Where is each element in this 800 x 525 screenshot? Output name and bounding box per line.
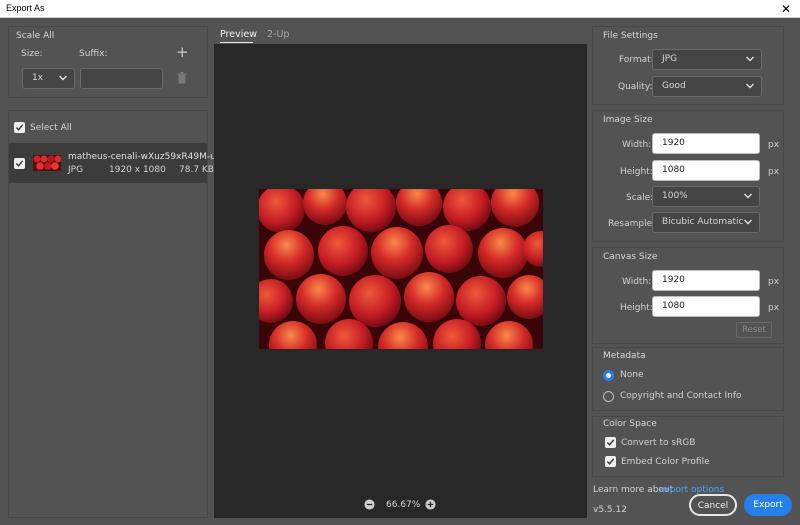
canvas-width-label: Width: — [622, 277, 652, 287]
canvas-height-unit: px — [768, 303, 780, 313]
image-height-input[interactable]: 1080 — [652, 160, 760, 181]
format-dropdown[interactable]: JPG — [652, 49, 762, 70]
scale-label: Scale: — [626, 193, 654, 203]
image-size-title: Image Size — [603, 115, 653, 125]
chevron-down-icon — [59, 75, 67, 81]
export-button[interactable]: Export — [744, 494, 792, 516]
tab-preview-underline — [220, 42, 253, 43]
image-size-panel: Image Size Width: 1920 px Height: 1080 p… — [592, 110, 784, 242]
zoom-level: 66.67% — [386, 500, 421, 510]
window-title: Export As — [6, 3, 45, 13]
canvas-size-title: Canvas Size — [603, 252, 658, 262]
size-dropdown[interactable]: 1x — [22, 68, 75, 89]
preview-canvas[interactable]: 66.67% — [214, 44, 587, 518]
suffix-label: Suffix: — [79, 49, 108, 59]
trash-icon[interactable] — [177, 72, 187, 84]
canvas-height-label: Height: — [620, 303, 653, 313]
metadata-none-radio[interactable] — [603, 370, 614, 381]
suffix-input[interactable] — [80, 68, 163, 89]
height-label: Height: — [620, 167, 653, 177]
file-name: matheus-cenali-wXuz59xR49M-uns — [68, 152, 227, 162]
tab-2up[interactable]: 2-Up — [267, 29, 289, 40]
metadata-title: Metadata — [603, 351, 646, 361]
metadata-copyright-radio[interactable] — [603, 391, 614, 402]
quality-label: Quality: — [618, 82, 653, 92]
tab-preview[interactable]: Preview — [220, 29, 257, 40]
convert-srgb-label: Convert to sRGB — [621, 438, 696, 448]
metadata-none-label: None — [620, 370, 644, 380]
reset-button[interactable]: Reset — [736, 322, 772, 338]
chevron-down-icon — [744, 193, 752, 199]
preview-image — [259, 189, 543, 349]
canvas-size-panel: Canvas Size Width: 1920 px Height: 1080 … — [592, 247, 784, 344]
file-settings-panel: File Settings Format: JPG Quality: Good — [592, 26, 784, 105]
format-label: Format: — [619, 55, 654, 65]
width-label: Width: — [622, 140, 652, 150]
color-space-panel: Color Space Convert to sRGB Embed Color … — [592, 416, 784, 477]
chevron-down-icon — [746, 83, 754, 89]
select-all-label: Select All — [30, 123, 72, 133]
scale-all-title: Scale All — [16, 31, 55, 41]
canvas-width-input[interactable]: 1920 — [652, 270, 760, 291]
height-unit: px — [768, 167, 780, 177]
resample-label: Resample: — [608, 219, 656, 229]
width-unit: px — [768, 140, 780, 150]
file-list-panel: Select All matheus-cenali-wXuz59xR49M-un… — [8, 110, 226, 518]
title-bar: Export As ✕ — [0, 0, 800, 18]
color-space-title: Color Space — [603, 419, 657, 429]
version-label: v5.5.12 — [593, 505, 627, 515]
embed-profile-checkbox[interactable] — [605, 456, 616, 467]
cancel-button[interactable]: Cancel — [689, 494, 737, 516]
chevron-down-icon — [746, 56, 754, 62]
size-label: Size: — [21, 49, 43, 59]
file-dimensions: 1920 x 1080 — [109, 165, 166, 175]
scale-all-panel: Scale All Size: Suffix: + 1x — [8, 26, 208, 98]
zoom-in-icon[interactable] — [425, 499, 436, 510]
quality-dropdown[interactable]: Good — [652, 76, 762, 97]
canvas-width-unit: px — [768, 277, 780, 287]
file-thumbnail — [33, 155, 61, 171]
file-format: JPG — [68, 165, 84, 175]
zoom-out-icon[interactable] — [364, 499, 375, 510]
image-width-input[interactable]: 1920 — [652, 133, 760, 154]
file-row[interactable]: matheus-cenali-wXuz59xR49M-uns JPG 1920 … — [9, 143, 226, 183]
embed-profile-label: Embed Color Profile — [621, 457, 710, 467]
add-icon[interactable]: + — [176, 43, 189, 61]
file-checkbox[interactable] — [14, 158, 25, 169]
resample-dropdown[interactable]: Bicubic Automatic — [652, 212, 760, 233]
scale-dropdown[interactable]: 100% — [652, 186, 760, 207]
select-all-checkbox[interactable] — [14, 122, 25, 133]
convert-srgb-checkbox[interactable] — [605, 437, 616, 448]
metadata-copyright-label: Copyright and Contact Info — [620, 391, 742, 401]
file-settings-title: File Settings — [603, 31, 658, 41]
metadata-panel: Metadata None Copyright and Contact Info — [592, 347, 784, 411]
close-icon[interactable]: ✕ — [778, 0, 794, 18]
chevron-down-icon — [744, 219, 752, 225]
file-size: 78.7 KB — [179, 165, 214, 175]
canvas-height-input[interactable]: 1080 — [652, 296, 760, 317]
